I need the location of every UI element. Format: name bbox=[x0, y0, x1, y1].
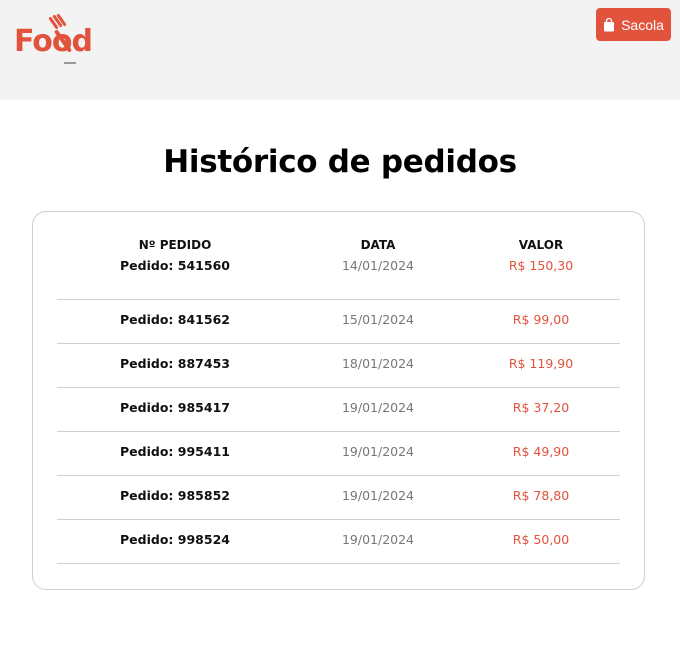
order-value: R$ 37,20 bbox=[512, 400, 570, 415]
page-title: Histórico de pedidos bbox=[163, 144, 517, 180]
table-row[interactable]: Pedido: 541560 14/01/2024 R$ 150,30 bbox=[57, 256, 620, 300]
column-header-order: Nº PEDIDO bbox=[138, 238, 212, 252]
table-row[interactable]: Pedido: 887453 18/01/2024 R$ 119,90 bbox=[57, 344, 620, 388]
table-row[interactable]: Pedido: 841562 15/01/2024 R$ 99,00 bbox=[57, 300, 620, 344]
logo-text: Food bbox=[14, 24, 93, 59]
header-banner: Food Sacola bbox=[0, 0, 680, 100]
column-header-value: VALOR bbox=[518, 238, 564, 252]
order-number: Pedido: 985852 bbox=[120, 488, 230, 503]
order-number: Pedido: 541560 bbox=[120, 258, 230, 273]
table-row[interactable]: Pedido: 995411 19/01/2024 R$ 49,90 bbox=[57, 432, 620, 476]
table-row[interactable]: Pedido: 985417 19/01/2024 R$ 37,20 bbox=[57, 388, 620, 432]
order-number: Pedido: 985417 bbox=[120, 400, 230, 415]
order-value: R$ 119,90 bbox=[508, 356, 574, 371]
order-value: R$ 49,90 bbox=[512, 444, 570, 459]
table-header: Nº PEDIDO DATA VALOR bbox=[57, 238, 620, 256]
bag-button[interactable]: Sacola bbox=[596, 8, 671, 41]
order-value: R$ 50,00 bbox=[512, 532, 570, 547]
orders-table-card: Nº PEDIDO DATA VALOR Pedido: 541560 14/0… bbox=[32, 211, 645, 590]
shopping-bag-icon bbox=[604, 17, 615, 31]
order-value: R$ 150,30 bbox=[508, 258, 574, 273]
bag-button-label: Sacola bbox=[621, 16, 664, 33]
order-number: Pedido: 887453 bbox=[120, 356, 230, 371]
order-number: Pedido: 995411 bbox=[120, 444, 230, 459]
order-number: Pedido: 841562 bbox=[120, 312, 230, 327]
food-logo[interactable]: Food bbox=[14, 8, 98, 64]
table-row[interactable]: Pedido: 985852 19/01/2024 R$ 78,80 bbox=[57, 476, 620, 520]
order-value: R$ 99,00 bbox=[512, 312, 570, 327]
order-number: Pedido: 998524 bbox=[120, 532, 230, 547]
table-row[interactable]: Pedido: 998524 19/01/2024 R$ 50,00 bbox=[57, 520, 620, 564]
orders-list: Pedido: 541560 14/01/2024 R$ 150,30 Pedi… bbox=[57, 256, 620, 564]
torn-paper-edge bbox=[0, 78, 680, 96]
order-value: R$ 78,80 bbox=[512, 488, 570, 503]
